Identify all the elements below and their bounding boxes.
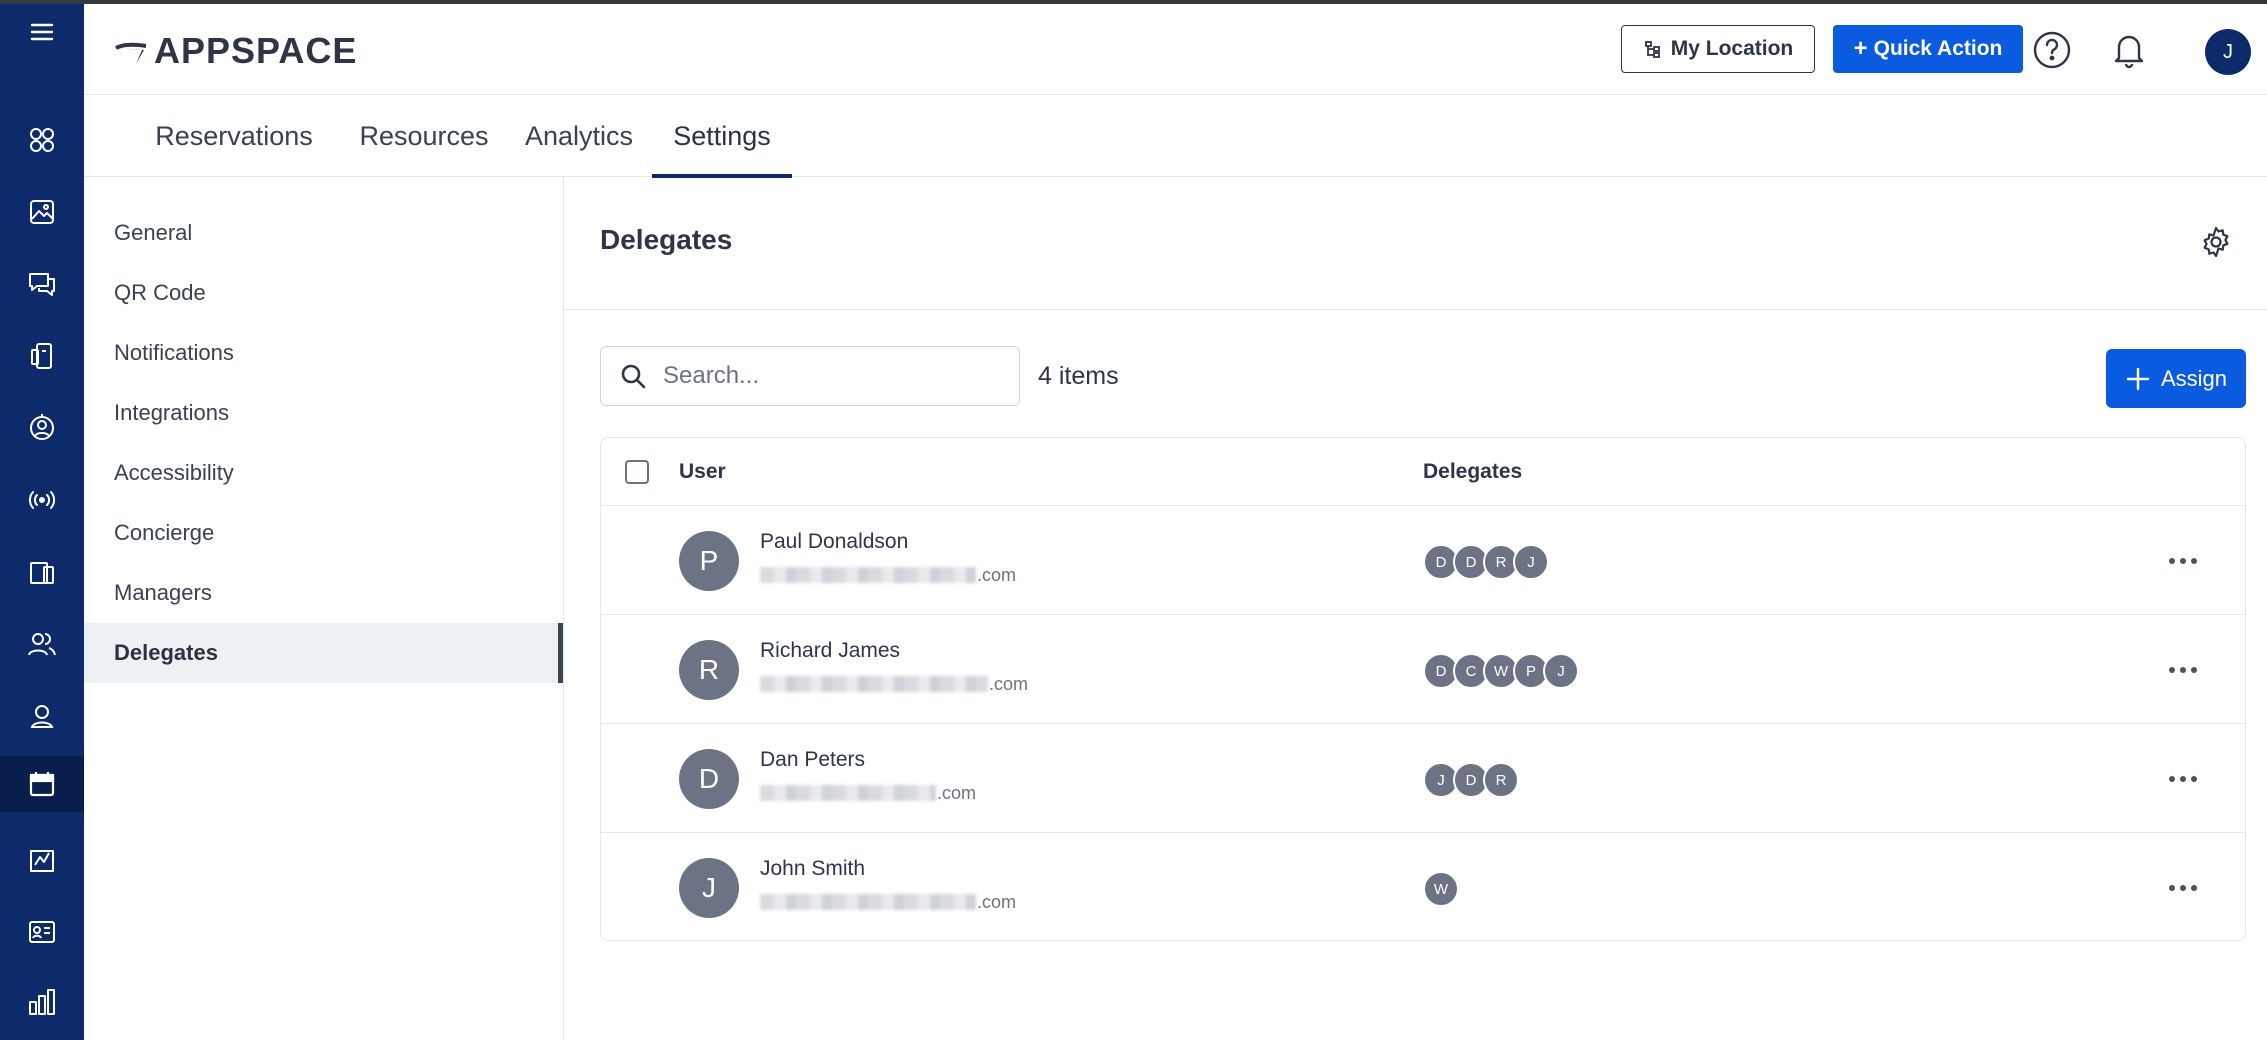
redacted-email: [760, 676, 988, 692]
sidenav-item-concierge[interactable]: Concierge: [84, 503, 563, 563]
delegates-table: User Delegates P Paul Donaldson .com D D…: [600, 437, 2246, 941]
delegate-chip: J: [1513, 544, 1549, 580]
redacted-email: [760, 894, 976, 910]
assign-button[interactable]: Assign: [2106, 349, 2246, 408]
appspace-logo[interactable]: APPSPACE: [114, 30, 358, 71]
settings-sidenav: General QR Code Notifications Integratio…: [84, 177, 564, 1040]
row-more-options-icon[interactable]: [2161, 868, 2205, 908]
email-suffix: .com: [977, 564, 1017, 585]
quick-action-button[interactable]: + Quick Action: [1833, 25, 2023, 73]
search-box[interactable]: [600, 346, 1020, 406]
user-badge-icon[interactable]: [0, 688, 84, 744]
user-name: John Smith: [760, 857, 866, 880]
row-more-options-icon[interactable]: [2161, 759, 2205, 799]
search-input[interactable]: [663, 362, 983, 390]
sidenav-item-general[interactable]: General: [84, 203, 563, 263]
search-icon: [621, 364, 646, 389]
top-header: APPSPACE My Location + Quick Action J: [84, 4, 2267, 95]
sidenav-item-managers[interactable]: Managers: [84, 563, 563, 623]
main-tabs: Reservations Resources Analytics Setting…: [84, 95, 2267, 178]
user-email: .com: [760, 892, 1016, 912]
user-email: .com: [760, 565, 1016, 585]
column-header-user[interactable]: User: [679, 438, 726, 506]
email-suffix: .com: [937, 782, 977, 803]
quick-action-label: Quick Action: [1873, 37, 2003, 60]
column-header-delegates[interactable]: Delegates: [1423, 438, 1522, 506]
item-count: 4 items: [1038, 362, 1119, 390]
row-more-options-icon[interactable]: [2161, 541, 2205, 581]
delegate-avatars: W: [1423, 871, 1459, 907]
avatar: R: [679, 640, 739, 700]
tab-resources[interactable]: Resources: [344, 95, 504, 177]
user-email: .com: [760, 674, 1028, 694]
avatar: D: [679, 749, 739, 809]
delegate-avatars: J D R: [1423, 762, 1519, 798]
chat-icon[interactable]: [0, 256, 84, 312]
table-row[interactable]: J John Smith .com W: [601, 833, 2245, 940]
sidenav-item-accessibility[interactable]: Accessibility: [84, 443, 563, 503]
my-location-label: My Location: [1670, 37, 1794, 60]
logo-text: APPSPACE: [154, 30, 358, 71]
avatar: P: [679, 531, 739, 591]
menu-icon[interactable]: [0, 4, 84, 60]
user-avatar[interactable]: J: [2205, 29, 2251, 75]
tab-settings[interactable]: Settings: [652, 95, 792, 178]
redacted-email: [760, 567, 976, 583]
table-header: User Delegates: [601, 438, 2245, 506]
people-icon[interactable]: [0, 616, 84, 672]
image-icon[interactable]: [0, 184, 84, 240]
email-suffix: .com: [977, 891, 1017, 912]
help-icon[interactable]: [2030, 28, 2074, 72]
page-title: Delegates: [600, 224, 733, 255]
avatar: J: [679, 858, 739, 918]
email-suffix: .com: [989, 673, 1029, 694]
location-person-icon[interactable]: [0, 400, 84, 456]
table-row[interactable]: P Paul Donaldson .com D D R J: [601, 506, 2245, 615]
dashboard-grid-icon[interactable]: [0, 112, 84, 168]
notifications-bell-icon[interactable]: [2107, 28, 2151, 72]
sidenav-item-delegates[interactable]: Delegates: [84, 623, 563, 683]
id-card-icon[interactable]: [0, 904, 84, 960]
plus-icon: [2126, 367, 2150, 390]
delegate-chip: R: [1483, 762, 1519, 798]
table-row[interactable]: R Richard James .com D C W P J: [601, 615, 2245, 724]
broadcast-icon[interactable]: [0, 472, 84, 528]
title-divider: [564, 309, 2267, 310]
user-name: Richard James: [760, 639, 901, 662]
plus-icon: +: [1853, 35, 1868, 62]
delegate-chip: J: [1543, 653, 1579, 689]
row-more-options-icon[interactable]: [2161, 650, 2205, 690]
logo-swoosh-icon: [115, 42, 147, 64]
select-all-checkbox[interactable]: [625, 460, 649, 484]
location-tree-icon: [1644, 41, 1660, 58]
my-location-button[interactable]: My Location: [1621, 25, 1815, 73]
delegate-chip: W: [1423, 871, 1459, 907]
table-row[interactable]: D Dan Peters .com J D R: [601, 724, 2245, 833]
tab-analytics[interactable]: Analytics: [504, 95, 654, 177]
user-name: Dan Peters: [760, 748, 866, 771]
sidenav-item-integrations[interactable]: Integrations: [84, 383, 563, 443]
sidenav-item-qr-code[interactable]: QR Code: [84, 263, 563, 323]
calendar-icon[interactable]: [0, 756, 84, 812]
tab-reservations[interactable]: Reservations: [144, 95, 324, 177]
device-icon[interactable]: [0, 328, 84, 384]
delegate-avatars: D C W P J: [1423, 653, 1579, 689]
visitor-icon[interactable]: [0, 832, 84, 888]
user-email: .com: [760, 783, 976, 803]
redacted-email: [760, 785, 936, 801]
delegate-avatars: D D R J: [1423, 544, 1549, 580]
desk-icon[interactable]: [0, 544, 84, 600]
settings-gear-icon[interactable]: [2196, 222, 2236, 262]
assign-label: Assign: [2160, 365, 2228, 391]
app-rail: [0, 4, 84, 1040]
sidenav-item-notifications[interactable]: Notifications: [84, 323, 563, 383]
bar-chart-icon[interactable]: [0, 974, 84, 1030]
user-name: Paul Donaldson: [760, 530, 909, 553]
